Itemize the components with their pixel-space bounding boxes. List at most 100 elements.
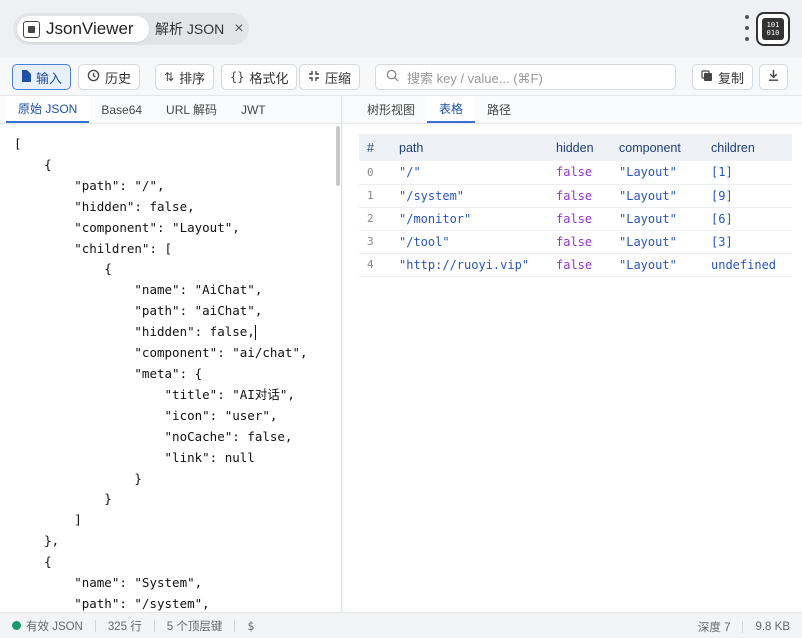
cell-hidden: false [548,230,611,254]
tab-table[interactable]: 表格 [427,96,476,123]
search-input[interactable]: 搜索 key / value... (⌘F) [375,64,676,90]
cell-path: "/system" [391,184,548,208]
copy-button[interactable]: 复制 [692,64,754,90]
compress-icon [308,70,320,85]
column-header-component[interactable]: component [611,134,703,161]
data-table: # path hidden component children 0 "/" fal… [359,134,792,277]
sort-label: 排序 [179,70,206,86]
cell-index: 2 [359,207,391,231]
code-line: "link": null [14,449,255,465]
status-bar: 有效 JSON 325 行 5 个顶层键 $ 深度 7 9.8 KB [0,612,802,638]
cell-index: 1 [359,184,391,208]
cell-children: [9] [703,184,792,208]
line-count: 325 行 [107,620,142,633]
code-line: { [14,261,112,277]
cell-index: 0 [359,161,391,185]
cell-component: "Layout" [611,161,703,185]
text-cursor [254,325,256,341]
code-line: }, [14,533,60,549]
status-right: 深度 7 9.8 KB [698,619,790,635]
cell-hidden: false [548,253,611,277]
cell-path: "/" [391,161,548,185]
extension-button[interactable]: 101 010 [756,12,790,46]
tab-base64[interactable]: Base64 [89,96,154,123]
search-icon [386,69,399,85]
sort-button[interactable]: ⇅ 排序 [155,64,215,90]
close-icon[interactable]: × [234,20,243,38]
column-header-children[interactable]: children [703,134,792,161]
cell-component: "Layout" [611,253,703,277]
cell-path: "http://ruoyi.vip" [391,253,548,277]
cell-index: 3 [359,230,391,254]
column-header-hidden[interactable]: hidden [548,134,611,161]
app-tab[interactable]: JsonViewer [17,16,149,42]
code-line: "path": "/system", [14,595,210,611]
binary-icon: 101 010 [762,18,784,40]
table-row[interactable]: 4 "http://ruoyi.vip" false "Layout" undefine… [359,253,792,277]
json-editor[interactable]: [ { "path": "/", "hidden": false, "compo… [0,134,330,612]
source-panel: 原始 JSON Base64 URL 解码 JWT [ { "path": "/… [0,96,342,612]
title-bar: JsonViewer 解析 JSON × 101 010 [0,0,802,58]
app-icon [23,20,40,38]
code-line: [ [14,136,22,151]
editor-scrollbar[interactable] [336,126,340,186]
compress-label: 压缩 [325,70,352,86]
history-button[interactable]: 历史 [78,64,141,90]
compress-button[interactable]: 压缩 [299,64,361,90]
table-row[interactable]: 3 "/tool" false "Layout" [3] [359,230,792,254]
toolbar: 输入 历史 ⇅ 排序 {} 格式化 压缩 搜索 key / value... (… [0,58,802,96]
format-button[interactable]: {} 格式化 [221,64,298,90]
depth: 深度 7 [697,622,731,634]
document-tab[interactable]: 解析 JSON × [155,19,244,39]
tab-raw-json[interactable]: 原始 JSON [6,96,90,123]
cell-children: undefined [703,253,792,277]
download-icon [767,69,780,85]
code-line: "noCache": false, [14,428,293,444]
code-line: "name": "AiChat", [14,282,263,298]
table-row[interactable]: 2 "/monitor" false "Layout" [6] [359,207,792,231]
cell-component: "Layout" [611,207,703,231]
table-row[interactable]: 0 "/" false "Layout" [1] [359,161,792,185]
input-button[interactable]: 输入 [12,64,72,90]
cell-component: "Layout" [611,184,703,208]
code-line: "hidden": false, [14,198,195,214]
code-line: "path": "/", [14,177,165,193]
search-placeholder: 搜索 key / value... (⌘F) [407,70,543,86]
cell-path: "/monitor" [391,207,548,231]
view-tabs: 树形视图 表格 路径 [343,96,802,124]
table-row[interactable]: 1 "/system" false "Layout" [9] [359,184,792,208]
history-label: 历史 [105,70,132,86]
tab-path[interactable]: 路径 [475,96,523,123]
code-line: "meta": { [14,365,203,381]
tab-url-decode[interactable]: URL 解码 [154,96,229,123]
column-header-index[interactable]: # [359,134,391,161]
cell-children: [1] [703,161,792,185]
valid-status-dot [12,621,21,630]
tab-tree-view[interactable]: 树形视图 [355,96,427,123]
cell-hidden: false [548,207,611,231]
cell-children: [6] [703,207,792,231]
input-label: 输入 [36,70,63,86]
code-line: "title": "AI对话", [14,386,295,402]
code-line: "hidden": false, [14,324,256,341]
history-icon [87,69,100,85]
cell-path: "/tool" [391,230,548,254]
code-line: { [14,554,52,570]
tab-group: JsonViewer 解析 JSON × [13,13,249,45]
code-line: "name": "System", [14,575,203,591]
column-header-path[interactable]: path [391,134,548,161]
code-line: } [14,470,142,486]
current-path: $ [247,618,255,633]
drag-handle-icon[interactable] [744,15,750,41]
tab-jwt[interactable]: JWT [229,96,278,123]
copy-icon [701,69,713,85]
root-key-count: 5 个顶层键 [166,620,223,633]
code-line: ] [14,512,82,528]
document-tab-label: 解析 JSON [155,21,225,37]
braces-icon: {} [230,70,245,84]
cell-children: [3] [703,230,792,254]
download-button[interactable] [759,64,788,90]
code-line: "icon": "user", [14,407,278,423]
sort-icon: ⇅ [164,70,175,84]
code-line: } [14,491,112,507]
